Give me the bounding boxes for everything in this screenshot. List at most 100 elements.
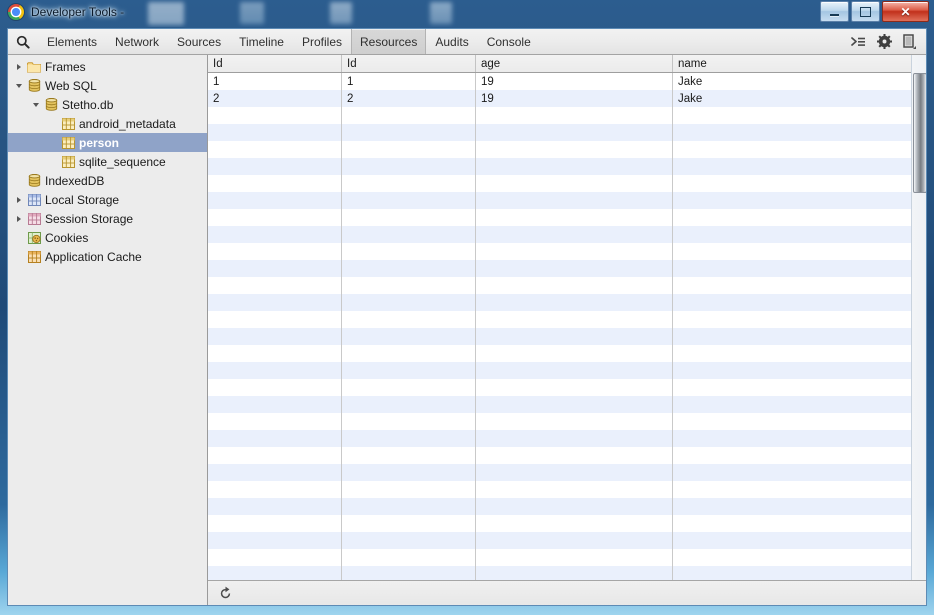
tab-audits[interactable]: Audits (426, 29, 477, 54)
gear-icon[interactable] (877, 34, 892, 49)
sidebar-item-person[interactable]: person (8, 133, 207, 152)
table-row-empty[interactable] (208, 345, 926, 362)
table-row-empty[interactable] (208, 464, 926, 481)
minimize-button[interactable] (820, 1, 849, 22)
table-cell-empty (672, 447, 926, 464)
table-cell[interactable]: Jake (672, 72, 926, 90)
table-cell[interactable]: Jake (672, 90, 926, 107)
sidebar-item-local-storage[interactable]: Local Storage (8, 190, 207, 209)
tab-resources[interactable]: Resources (351, 29, 427, 54)
chevron-right-icon[interactable] (12, 196, 25, 203)
table-row[interactable]: 1 1 19 Jake (208, 72, 926, 90)
table-cell[interactable]: 2 (208, 90, 342, 107)
table-cell-empty (208, 345, 342, 362)
table-cell-empty (475, 277, 673, 294)
toolbar-actions[interactable] (851, 29, 926, 54)
table-cell-empty (208, 396, 342, 413)
table-row-empty[interactable] (208, 515, 926, 532)
table-row-empty[interactable] (208, 141, 926, 158)
grid-column-header[interactable]: Id (208, 55, 342, 73)
search-icon[interactable] (8, 29, 38, 54)
table-cell-empty (341, 141, 476, 158)
grid-body: 1 1 19 Jake 2 2 19 Jake (208, 72, 926, 580)
tab-timeline[interactable]: Timeline (230, 29, 293, 54)
table-cell[interactable]: 19 (475, 90, 673, 107)
table-cell-empty (475, 260, 673, 277)
table-row-empty[interactable] (208, 481, 926, 498)
table-row-empty[interactable] (208, 277, 926, 294)
tab-elements[interactable]: Elements (38, 29, 106, 54)
table-row-empty[interactable] (208, 447, 926, 464)
table-cell-empty (475, 498, 673, 515)
grid-column-header[interactable]: name (672, 55, 926, 73)
table-cell[interactable]: 19 (475, 72, 673, 90)
table-cell-empty (341, 481, 476, 498)
table-row-empty[interactable] (208, 107, 926, 124)
sidebar-item-sqlite-sequence[interactable]: sqlite_sequence (8, 152, 207, 171)
table-row-empty[interactable] (208, 362, 926, 379)
table-row[interactable]: 2 2 19 Jake (208, 90, 926, 107)
tab-network[interactable]: Network (106, 29, 168, 54)
window-controls[interactable]: ✕ (820, 1, 929, 22)
chevron-right-icon[interactable] (12, 63, 25, 70)
table-row-empty[interactable] (208, 175, 926, 192)
table-row-empty[interactable] (208, 311, 926, 328)
tab-console[interactable]: Console (478, 29, 540, 54)
table-cell-empty (475, 481, 673, 498)
tab-bar[interactable]: Elements Network Sources Timeline Profiles Re… (38, 29, 540, 54)
table-row-empty[interactable] (208, 566, 926, 580)
grid-column-header[interactable]: age (475, 55, 673, 73)
table-row-empty[interactable] (208, 498, 926, 515)
sidebar-item-stetho-db[interactable]: Stetho.db (8, 95, 207, 114)
sidebar-item-label: Local Storage (45, 192, 120, 207)
chevron-down-icon[interactable] (12, 83, 25, 88)
sidebar-item-label: Session Storage (45, 211, 134, 226)
grid-column-header[interactable]: Id (341, 55, 476, 73)
sidebar-item-android-metadata[interactable]: android_metadata (8, 114, 207, 133)
table-row-empty[interactable] (208, 260, 926, 277)
data-grid[interactable]: Id Id age name 1 1 19 Jake 2 2 19 Jake (208, 55, 926, 580)
sidebar-item-session-storage[interactable]: Session Storage (8, 209, 207, 228)
table-row-empty[interactable] (208, 226, 926, 243)
table-row-empty[interactable] (208, 379, 926, 396)
titlebar[interactable]: Developer Tools - ✕ (0, 0, 934, 27)
table-row-empty[interactable] (208, 243, 926, 260)
tab-sources[interactable]: Sources (168, 29, 230, 54)
vertical-scrollbar[interactable] (911, 55, 926, 580)
table-cell-empty (208, 107, 342, 124)
sidebar-item-cookies[interactable]: Cookies (8, 228, 207, 247)
close-button[interactable]: ✕ (882, 1, 929, 22)
table-row-empty[interactable] (208, 396, 926, 413)
table-row-empty[interactable] (208, 532, 926, 549)
table-row-empty[interactable] (208, 158, 926, 175)
table-cell-empty (208, 362, 342, 379)
dock-position-icon[interactable] (903, 34, 916, 49)
maximize-button[interactable] (851, 1, 880, 22)
sidebar-item-frames[interactable]: Frames (8, 57, 207, 76)
tab-profiles[interactable]: Profiles (293, 29, 351, 54)
console-drawer-icon[interactable] (851, 35, 866, 48)
sidebar-item-indexeddb[interactable]: IndexedDB (8, 171, 207, 190)
table-row-empty[interactable] (208, 192, 926, 209)
table-cell-empty (475, 158, 673, 175)
folder-icon (25, 61, 43, 73)
table-row-empty[interactable] (208, 328, 926, 345)
table-row-empty[interactable] (208, 413, 926, 430)
resources-sidebar[interactable]: Frames Web SQL Stetho.db android_metadat… (8, 55, 208, 605)
sidebar-item-label: android_metadata (79, 116, 176, 131)
sidebar-item-application-cache[interactable]: Application Cache (8, 247, 207, 266)
table-row-empty[interactable] (208, 124, 926, 141)
sidebar-item-web-sql[interactable]: Web SQL (8, 76, 207, 95)
refresh-icon[interactable] (218, 586, 233, 601)
table-row-empty[interactable] (208, 430, 926, 447)
chevron-down-icon[interactable] (29, 102, 42, 107)
table-cell-empty (672, 515, 926, 532)
chevron-right-icon[interactable] (12, 215, 25, 222)
table-cell[interactable]: 1 (341, 72, 476, 90)
table-row-empty[interactable] (208, 294, 926, 311)
table-cell[interactable]: 2 (341, 90, 476, 107)
table-row-empty[interactable] (208, 549, 926, 566)
table-cell[interactable]: 1 (208, 72, 342, 90)
table-row-empty[interactable] (208, 209, 926, 226)
scrollbar-thumb[interactable] (913, 73, 926, 193)
